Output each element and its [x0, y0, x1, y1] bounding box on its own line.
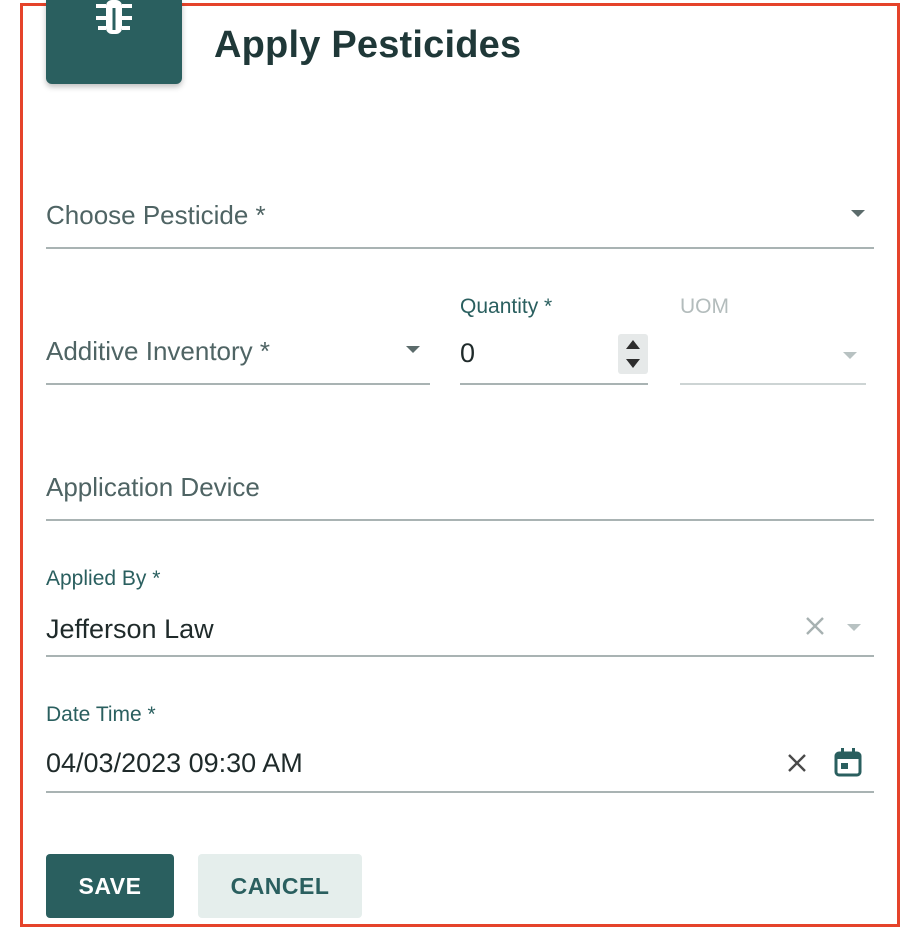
date-time-label: Date Time * — [46, 703, 156, 726]
date-time-value: 04/03/2023 09:30 AM — [46, 748, 303, 778]
calendar-icon[interactable] — [833, 747, 863, 777]
applied-by-select[interactable]: Jefferson Law — [46, 600, 874, 657]
save-button[interactable]: SAVE — [46, 854, 174, 918]
uom-label: UOM — [680, 295, 729, 318]
clear-icon[interactable] — [786, 752, 808, 774]
quantity-stepper[interactable]: 0 — [460, 326, 648, 385]
increment-arrow-icon[interactable] — [626, 340, 640, 349]
additive-inventory-placeholder: Additive Inventory * — [46, 336, 271, 366]
uom-select — [680, 326, 866, 385]
cancel-button[interactable]: CANCEL — [198, 854, 362, 918]
application-device-input[interactable]: Application Device — [46, 462, 874, 521]
divider — [46, 791, 874, 793]
additive-inventory-select[interactable]: Additive Inventory * — [46, 326, 430, 385]
quantity-value: 0 — [460, 338, 476, 368]
header-icon-badge — [46, 0, 182, 84]
divider — [46, 383, 430, 385]
chevron-down-icon — [843, 352, 857, 359]
decrement-arrow-icon[interactable] — [626, 359, 640, 368]
chevron-down-icon — [851, 210, 865, 217]
clear-icon[interactable] — [804, 615, 826, 637]
pesticide-select[interactable]: Choose Pesticide * — [46, 190, 874, 249]
dialog-title: Apply Pesticides — [214, 24, 522, 66]
date-time-input[interactable]: 04/03/2023 09:30 AM — [46, 736, 874, 793]
divider — [680, 383, 866, 385]
quantity-label: Quantity * — [460, 295, 553, 318]
applied-by-label: Applied By * — [46, 567, 161, 590]
divider — [46, 655, 874, 657]
applied-by-value: Jefferson Law — [46, 614, 214, 644]
application-device-placeholder: Application Device — [46, 472, 260, 502]
bug-icon — [96, 0, 132, 34]
divider — [46, 247, 874, 249]
pesticide-placeholder: Choose Pesticide * — [46, 200, 266, 230]
chevron-down-icon[interactable] — [847, 624, 861, 631]
divider — [46, 519, 874, 521]
chevron-down-icon — [406, 346, 420, 353]
divider — [460, 383, 648, 385]
quantity-spin-buttons[interactable] — [618, 334, 648, 374]
